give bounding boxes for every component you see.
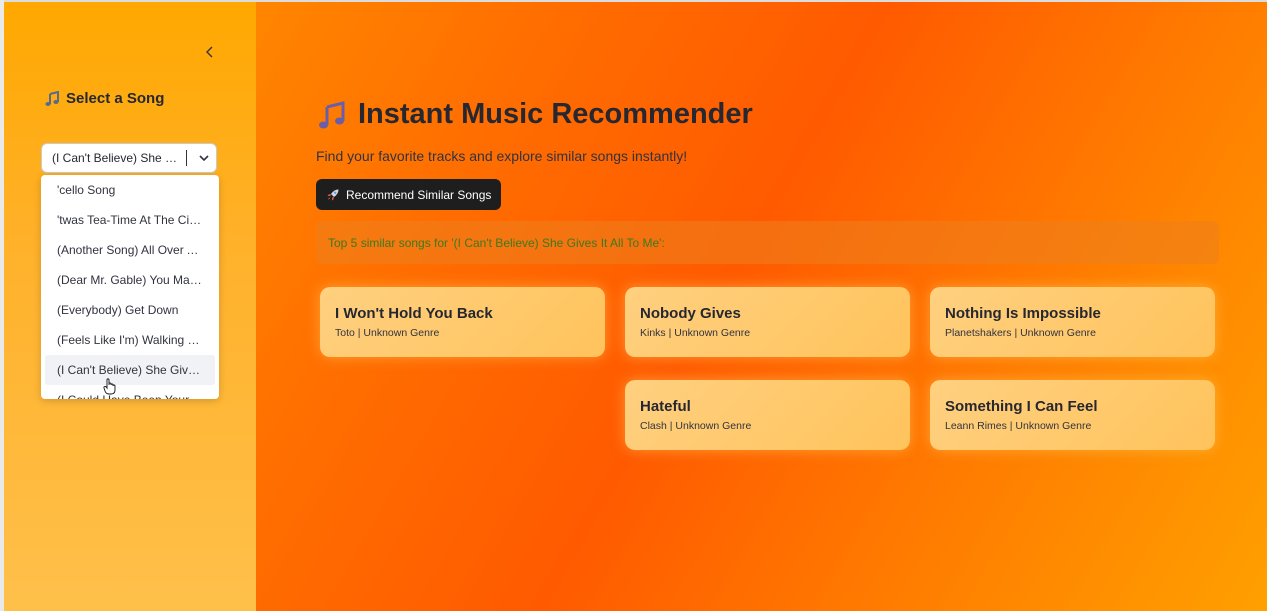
song-card-meta: Leann Rimes | Unknown Genre: [945, 420, 1092, 432]
dropdown-option[interactable]: (Dear Mr. Gable) You Made …: [45, 265, 215, 295]
song-card-title: Nothing Is Impossible: [945, 305, 1101, 322]
song-dropdown-list: 'cello Song 'twas Tea-Time At The Circus…: [41, 175, 219, 399]
recommend-button-label: Recommend Similar Songs: [346, 187, 492, 202]
rocket-icon: [326, 188, 340, 202]
page-title: Instant Music Recommender: [316, 98, 753, 131]
musical-note-icon: [44, 90, 60, 107]
song-card-meta: Kinks | Unknown Genre: [640, 327, 751, 339]
dropdown-option[interactable]: (Another Song) All Over Again: [45, 235, 215, 265]
sidebar-title-text: Select a Song: [66, 90, 165, 107]
song-card: Nobody Gives Kinks | Unknown Genre: [625, 287, 910, 357]
musical-notes-icon: [316, 99, 348, 131]
dropdown-option[interactable]: (Feels Like I'm) Walking On …: [45, 325, 215, 355]
dropdown-option[interactable]: 'twas Tea-Time At The Circus: [45, 205, 215, 235]
collapse-sidebar-button[interactable]: [198, 40, 222, 64]
dropdown-option[interactable]: (Everybody) Get Down: [45, 295, 215, 325]
song-card-meta: Toto | Unknown Genre: [335, 327, 440, 339]
song-card-meta: Clash | Unknown Genre: [640, 420, 752, 432]
results-banner: Top 5 similar songs for '(I Can't Believ…: [316, 221, 1219, 264]
sidebar: Select a Song (I Can't Believe) She Giv……: [4, 2, 256, 611]
recommend-button[interactable]: Recommend Similar Songs: [316, 179, 502, 210]
song-card-title: Nobody Gives: [640, 305, 741, 322]
chevron-down-icon[interactable]: [197, 151, 211, 165]
song-card-title: Hateful: [640, 398, 691, 415]
song-card: Something I Can Feel Leann Rimes | Unkno…: [930, 380, 1215, 450]
song-select-value: (I Can't Believe) She Giv…: [52, 151, 182, 165]
song-card: Nothing Is Impossible Planetshakers | Un…: [930, 287, 1215, 357]
results-banner-text: Top 5 similar songs for '(I Can't Believ…: [328, 235, 665, 250]
song-card-title: I Won't Hold You Back: [335, 305, 493, 322]
song-card-title: Something I Can Feel: [945, 398, 1098, 415]
hand-pointer-icon: [103, 378, 117, 396]
dropdown-option[interactable]: (I Could Have Been Your) Be…: [45, 385, 215, 399]
text-caret: [186, 150, 187, 166]
chevron-left-icon: [206, 46, 213, 58]
dropdown-option-highlighted[interactable]: (I Can't Believe) She Gives It…: [45, 355, 215, 385]
dropdown-option[interactable]: 'cello Song: [45, 175, 215, 205]
page-subtitle: Find your favorite tracks and explore si…: [316, 148, 688, 164]
song-card: Hateful Clash | Unknown Genre: [625, 380, 910, 450]
sidebar-title: Select a Song: [44, 90, 164, 107]
song-select[interactable]: (I Can't Believe) She Giv…: [41, 143, 217, 173]
page-title-text: Instant Music Recommender: [358, 98, 753, 130]
song-card: I Won't Hold You Back Toto | Unknown Gen…: [320, 287, 605, 357]
song-card-meta: Planetshakers | Unknown Genre: [945, 327, 1096, 339]
